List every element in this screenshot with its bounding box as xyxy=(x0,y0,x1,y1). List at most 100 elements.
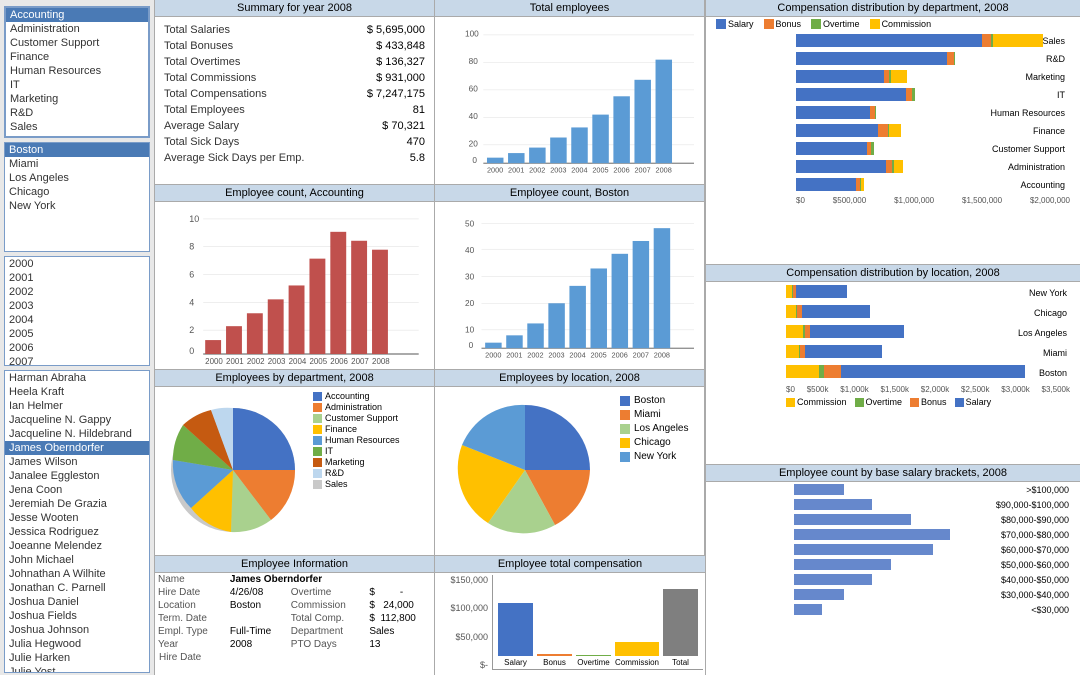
year-listbox[interactable]: 2000 2001 2002 2003 2004 2005 2006 2007 … xyxy=(4,256,150,366)
employee-listbox[interactable]: Harman Abraha Heela Kraft Ian Helmer Jac… xyxy=(4,370,150,673)
svg-text:2004: 2004 xyxy=(569,350,585,359)
y-label-150k: $150,000 xyxy=(437,575,488,585)
emp-joshua-d[interactable]: Joshua Daniel xyxy=(5,595,149,609)
summary-panel: Summary for year 2008 Total Salaries$ 5,… xyxy=(155,0,435,184)
year-2004[interactable]: 2004 xyxy=(5,313,149,327)
employee-info-panel: Employee Information Name James Oberndor… xyxy=(155,556,435,675)
emp-joshua-f[interactable]: Joshua Fields xyxy=(5,609,149,623)
emp-joshua-j[interactable]: Joshua Johnson xyxy=(5,623,149,637)
charts-row3: Employees by department, 2008 xyxy=(155,370,705,555)
emp-ian[interactable]: Ian Helmer xyxy=(5,399,149,413)
emp-joeanne[interactable]: Joeanne Melendez xyxy=(5,539,149,553)
emp-jessica[interactable]: Jessica Rodriguez xyxy=(5,525,149,539)
svg-text:2002: 2002 xyxy=(529,165,545,174)
emp-count-accounting-title: Employee count, Accounting xyxy=(155,185,434,202)
dept-item-it[interactable]: IT xyxy=(6,78,148,92)
summary-value: $ 5,695,000 xyxy=(347,23,428,37)
emp-by-location-pie xyxy=(450,395,600,545)
location-listbox[interactable]: Boston Miami Los Angeles Chicago New Yor… xyxy=(4,142,150,252)
charts-row1: Summary for year 2008 Total Salaries$ 5,… xyxy=(155,0,705,185)
bracket-under-30: <$30,000 xyxy=(794,604,1072,617)
svg-text:2008: 2008 xyxy=(654,350,670,359)
emp-james-w[interactable]: James Wilson xyxy=(5,455,149,469)
dept-item-accounting[interactable]: Accounting xyxy=(6,8,148,22)
svg-text:2002: 2002 xyxy=(527,350,543,359)
svg-text:2004: 2004 xyxy=(571,165,587,174)
dept-item-customer-support[interactable]: Customer Support xyxy=(6,36,148,50)
loc-item-chicago[interactable]: Chicago xyxy=(5,185,149,199)
bracket-30-40: $30,000-$40,000 xyxy=(794,589,1072,602)
year-2001[interactable]: 2001 xyxy=(5,271,149,285)
svg-text:2007: 2007 xyxy=(633,350,649,359)
loc-item-new-york[interactable]: New York xyxy=(5,199,149,213)
emp-jena[interactable]: Jena Coon xyxy=(5,483,149,497)
dept-item-sales[interactable]: Sales xyxy=(6,120,148,134)
summary-table: Total Salaries$ 5,695,000 Total Bonuses$… xyxy=(155,17,434,171)
department-listbox[interactable]: Accounting Administration Customer Suppo… xyxy=(4,6,150,138)
svg-text:10: 10 xyxy=(465,326,475,335)
year-2006[interactable]: 2006 xyxy=(5,341,149,355)
summary-value: $ 70,321 xyxy=(347,119,428,133)
emp-janalee[interactable]: Janalee Eggleston xyxy=(5,469,149,483)
dept-x-axis: $0$500,000$1,000,000$1,500,000$2,000,000 xyxy=(796,196,1070,205)
empl-type-value: Full-Time xyxy=(227,625,288,638)
svg-text:50: 50 xyxy=(465,219,475,228)
summary-label: Average Sick Days per Emp. xyxy=(161,151,345,165)
emp-jacqueline-g[interactable]: Jacqueline N. Gappy xyxy=(5,413,149,427)
summary-label: Total Bonuses xyxy=(161,39,345,53)
dept-bar-it: IT xyxy=(796,88,1070,103)
emp-by-dept-pie xyxy=(163,400,303,540)
emp-john[interactable]: John Michael xyxy=(5,553,149,567)
svg-text:10: 10 xyxy=(189,214,199,224)
year-2003[interactable]: 2003 xyxy=(5,299,149,313)
loc-bar-la: Los Angeles xyxy=(786,325,1070,341)
svg-text:2001: 2001 xyxy=(508,165,524,174)
year-2002[interactable]: 2002 xyxy=(5,285,149,299)
year-2000[interactable]: 2000 xyxy=(5,257,149,271)
emp-jeremiah[interactable]: Jeremiah De Grazia xyxy=(5,497,149,511)
dept-item-human-resources[interactable]: Human Resources xyxy=(6,64,148,78)
svg-text:2008: 2008 xyxy=(656,165,672,174)
loc-item-los-angeles[interactable]: Los Angeles xyxy=(5,171,149,185)
overtime-label: Overtime xyxy=(288,586,367,599)
svg-text:2007: 2007 xyxy=(351,357,369,366)
emp-heela[interactable]: Heela Kraft xyxy=(5,385,149,399)
dept-bar-cs: Customer Support xyxy=(796,142,1070,157)
svg-text:2007: 2007 xyxy=(634,165,650,174)
emp-by-dept-chart: Employees by department, 2008 xyxy=(155,370,435,555)
svg-text:2002: 2002 xyxy=(247,357,265,366)
loc-item-miami[interactable]: Miami xyxy=(5,157,149,171)
location-legend: Commission Overtime Bonus Salary xyxy=(786,397,1070,407)
loc-item-boston[interactable]: Boston xyxy=(5,143,149,157)
year-2005[interactable]: 2005 xyxy=(5,327,149,341)
dept-item-rd[interactable]: R&D xyxy=(6,106,148,120)
emp-jesse[interactable]: Jesse Wooten xyxy=(5,511,149,525)
loc-bar-miami: Miami xyxy=(786,345,1070,361)
emp-comp-title: Employee total compensation xyxy=(435,556,705,573)
emp-james-o[interactable]: James Oberndorfer xyxy=(5,441,149,455)
emp-julie-h[interactable]: Julie Harken xyxy=(5,651,149,665)
year-2007[interactable]: 2007 xyxy=(5,355,149,366)
emp-info-title: Employee Information xyxy=(155,556,434,573)
dept-item-administration[interactable]: Administration xyxy=(6,22,148,36)
bar-salary xyxy=(498,603,533,656)
term-date-value xyxy=(227,612,288,625)
y-label-100k: $100,000 xyxy=(437,603,488,613)
salary-brackets-panel: Employee count by base salary brackets, … xyxy=(706,465,1080,675)
dept-item-marketing[interactable]: Marketing xyxy=(6,92,148,106)
summary-value: $ 136,327 xyxy=(347,55,428,69)
bar-overtime xyxy=(576,655,611,656)
emp-julia[interactable]: Julia Hegwood xyxy=(5,637,149,651)
emp-julie-y[interactable]: Julie Yost xyxy=(5,665,149,673)
dept-item-finance[interactable]: Finance xyxy=(6,50,148,64)
svg-text:2006: 2006 xyxy=(612,350,628,359)
svg-text:2003: 2003 xyxy=(550,165,566,174)
emp-jacqueline-h[interactable]: Jacqueline N. Hildebrand xyxy=(5,427,149,441)
comp-dept-bars: Sales R&D xyxy=(706,31,1080,208)
emp-jonathan[interactable]: Jonathan C. Parnell xyxy=(5,581,149,595)
emp-harman[interactable]: Harman Abraha xyxy=(5,371,149,385)
total-comp-label: Total Comp. xyxy=(288,612,367,625)
emp-johnathan[interactable]: Johnathan A Wilhite xyxy=(5,567,149,581)
term-date-label: Term. Date xyxy=(155,612,227,625)
department-label: Department xyxy=(288,625,367,638)
